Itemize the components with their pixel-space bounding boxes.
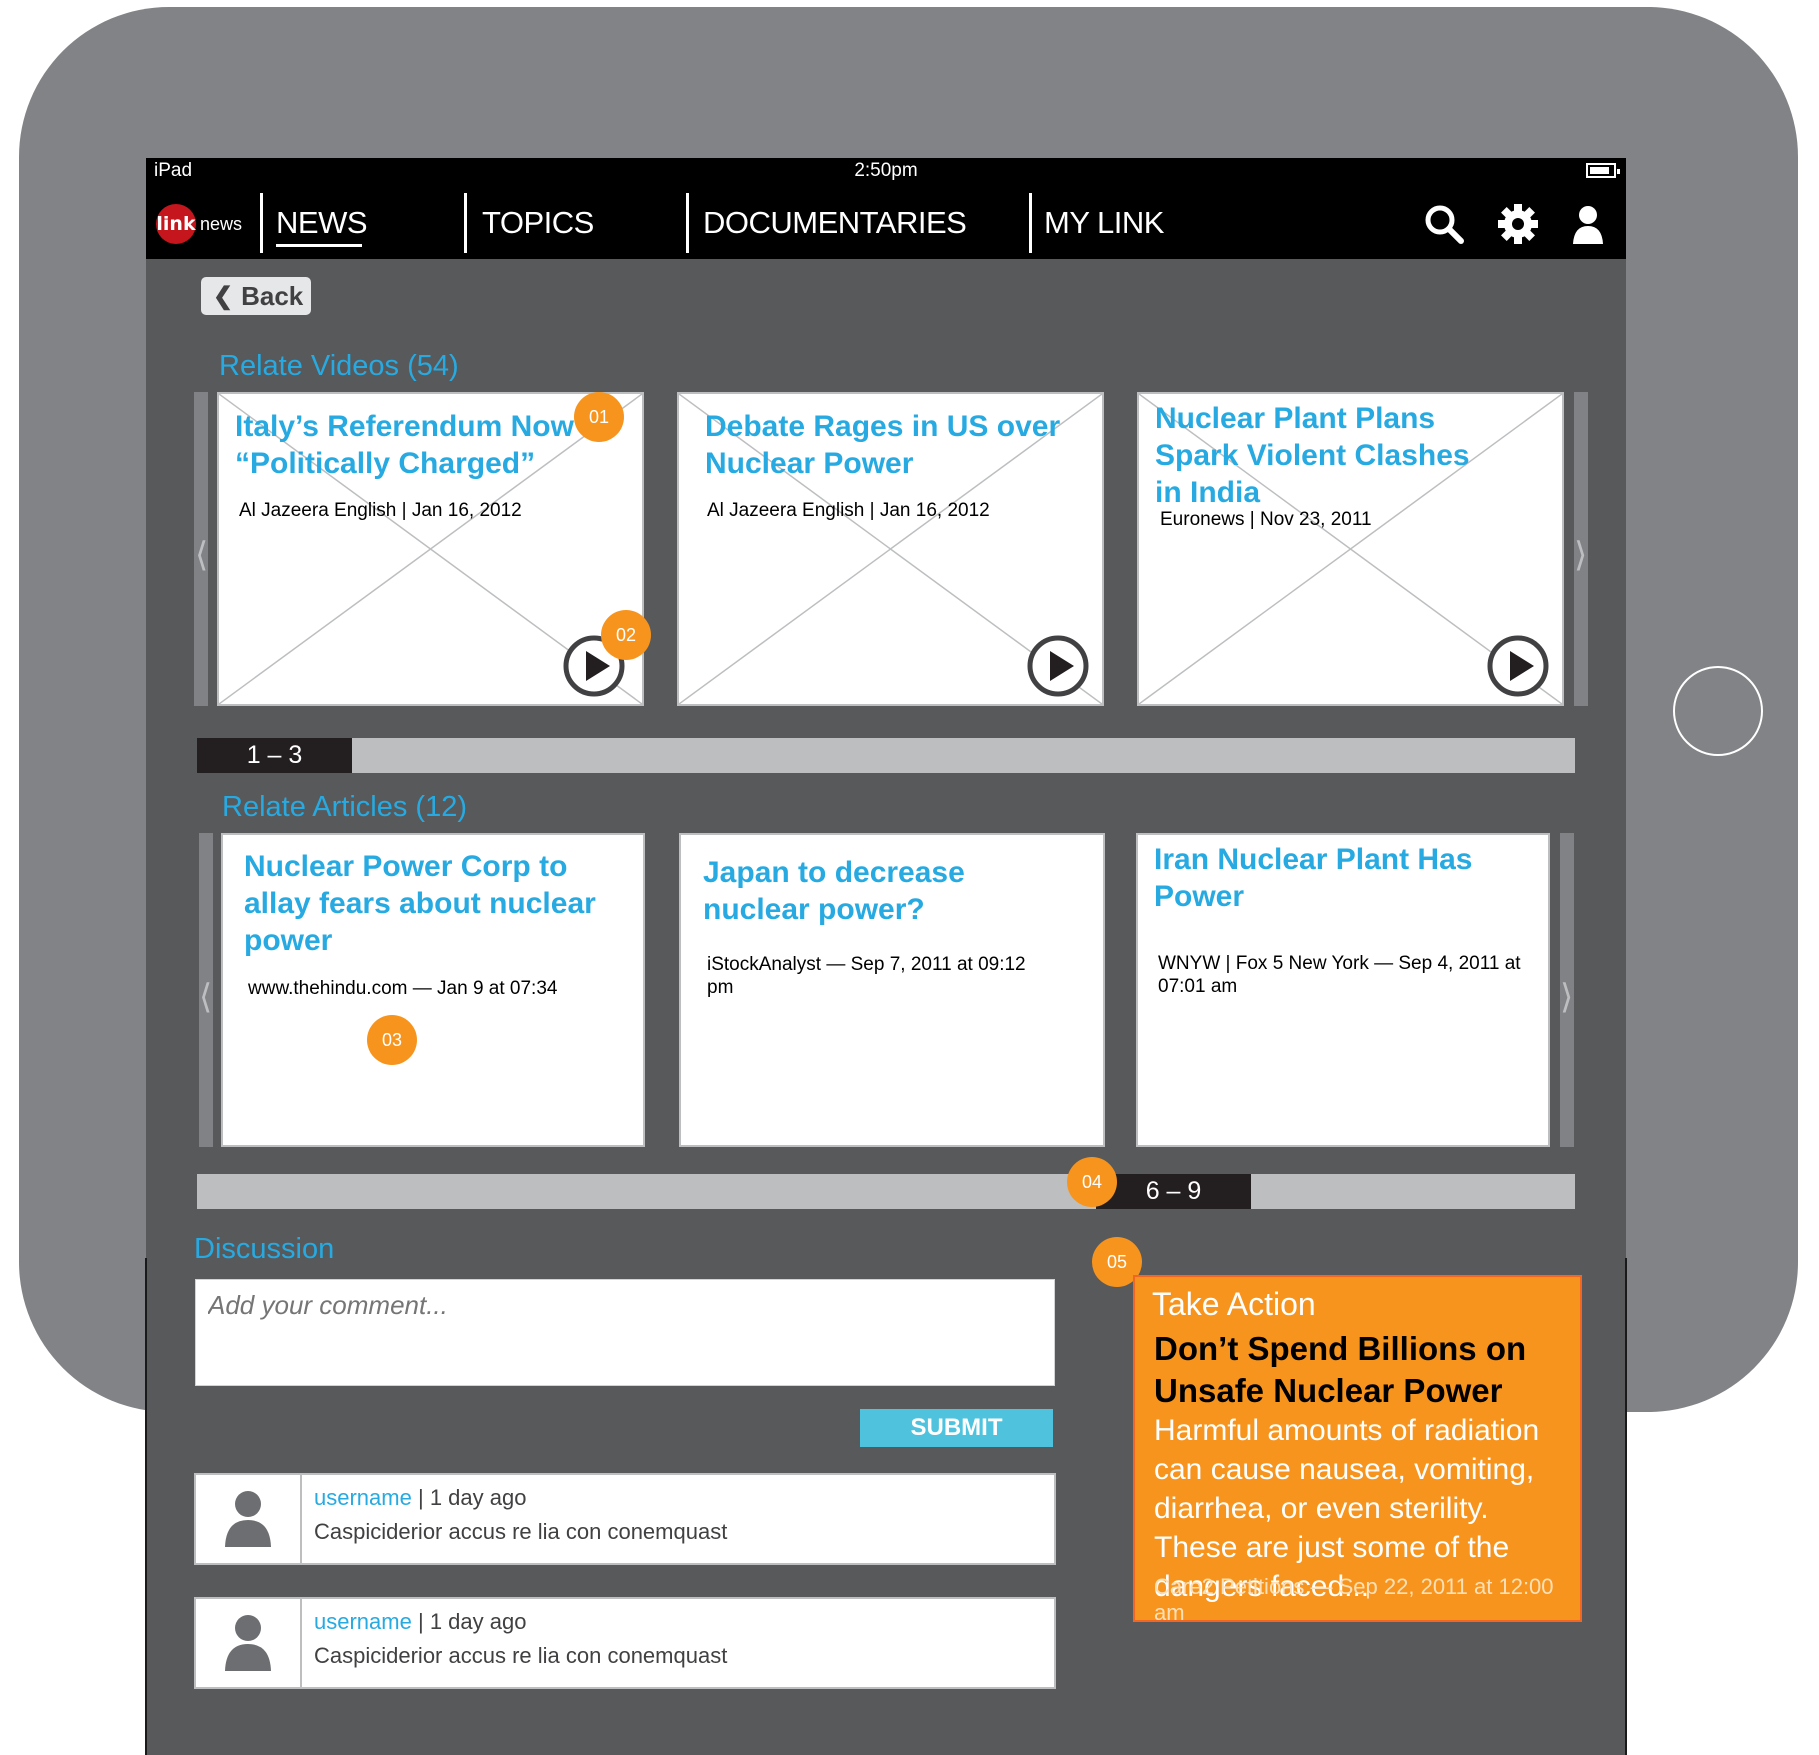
take-action-panel[interactable]: Take Action Don’t Spend Billions on Unsa… bbox=[1133, 1275, 1582, 1625]
logo-mark: link bbox=[156, 204, 196, 244]
comment-item: username | 1 day ago Caspiciderior accus… bbox=[194, 1597, 1056, 1689]
play-icon[interactable] bbox=[1486, 634, 1550, 698]
comment-separator: | bbox=[417, 1485, 424, 1510]
annotation-marker: 01 bbox=[574, 392, 624, 442]
nav-active-underline bbox=[276, 244, 362, 247]
back-button[interactable]: ❮ Back bbox=[201, 277, 311, 315]
submit-button[interactable]: SUBMIT bbox=[860, 1409, 1053, 1447]
comment-item: username | 1 day ago Caspiciderior accus… bbox=[194, 1473, 1056, 1565]
battery-icon bbox=[1586, 163, 1620, 178]
video-meta: Al Jazeera English | Jan 16, 2012 bbox=[707, 500, 990, 521]
nav-documentaries[interactable]: DOCUMENTARIES bbox=[703, 205, 967, 241]
app-logo[interactable]: link news bbox=[156, 204, 242, 244]
take-action-heading: Take Action bbox=[1152, 1286, 1316, 1322]
chevron-right-icon[interactable]: ⟩ bbox=[1560, 977, 1573, 1017]
video-title[interactable]: Debate Rages in US over Nuclear Power bbox=[705, 408, 1095, 482]
article-meta: www.thehindu.com — Jan 9 at 07:34 bbox=[248, 978, 558, 999]
videos-heading: Relate Videos (54) bbox=[219, 350, 459, 382]
annotation-marker: 02 bbox=[601, 610, 651, 660]
article-title[interactable]: Nuclear Power Corp to allay fears about … bbox=[244, 848, 634, 959]
chevron-right-icon[interactable]: ⟩ bbox=[1574, 535, 1587, 575]
comment-separator: | bbox=[417, 1609, 424, 1634]
video-card[interactable]: Debate Rages in US over Nuclear Power Al… bbox=[677, 392, 1104, 706]
nav-news[interactable]: NEWS bbox=[276, 205, 368, 241]
comment-time: 1 day ago bbox=[429, 1485, 527, 1510]
article-meta: iStockAnalyst — Sep 7, 2011 at 09:12 pm bbox=[707, 954, 1026, 998]
article-card[interactable]: Iran Nuclear Plant Has Power WNYW | Fox … bbox=[1136, 833, 1550, 1147]
avatar-icon bbox=[225, 1491, 271, 1547]
video-meta: Al Jazeera English | Jan 16, 2012 bbox=[239, 500, 522, 521]
article-title[interactable]: Japan to decrease nuclear power? bbox=[703, 854, 1043, 928]
comment-header: username | 1 day ago bbox=[314, 1485, 526, 1511]
nav-divider bbox=[1029, 193, 1032, 253]
avatar bbox=[196, 1475, 302, 1563]
top-nav: link news NEWS TOPICS DOCUMENTARIES MY L… bbox=[146, 187, 1626, 259]
discussion-heading: Discussion bbox=[194, 1233, 335, 1265]
home-button[interactable] bbox=[1673, 666, 1763, 756]
video-meta: Euronews | Nov 23, 2011 bbox=[1160, 509, 1372, 530]
chevron-left-icon: ❮ bbox=[213, 282, 234, 310]
article-card[interactable]: Japan to decrease nuclear power? iStockA… bbox=[679, 833, 1105, 1147]
logo-word: news bbox=[200, 213, 243, 234]
comment-username[interactable]: username bbox=[314, 1485, 412, 1510]
chevron-left-icon[interactable]: ⟨ bbox=[199, 977, 212, 1017]
search-icon[interactable] bbox=[1422, 202, 1466, 246]
avatar-icon bbox=[225, 1615, 271, 1671]
annotation-marker: 04 bbox=[1067, 1157, 1117, 1207]
video-card[interactable]: Nuclear Plant Plans Spark Violent Clashe… bbox=[1137, 392, 1564, 706]
pager-current-range: 6 – 9 bbox=[1096, 1174, 1251, 1209]
status-time: 2:50pm bbox=[854, 160, 918, 181]
comment-text: Caspiciderior accus re lia con conemquas… bbox=[314, 1519, 728, 1544]
nav-divider bbox=[260, 193, 263, 253]
comment-input[interactable] bbox=[196, 1280, 1054, 1331]
nav-divider bbox=[464, 193, 467, 253]
article-pager[interactable]: 6 – 9 bbox=[197, 1174, 1575, 1209]
nav-topics[interactable]: TOPICS bbox=[482, 205, 594, 241]
status-bar: iPad 2:50pm bbox=[146, 158, 1626, 187]
battery-fill bbox=[1590, 167, 1609, 174]
user-icon[interactable] bbox=[1566, 202, 1610, 246]
video-card[interactable]: Italy’s Referendum Now “Politically Char… bbox=[217, 392, 644, 706]
video-pager[interactable]: 1 – 3 bbox=[197, 738, 1575, 773]
avatar bbox=[196, 1599, 302, 1687]
pager-current-range: 1 – 3 bbox=[197, 738, 352, 773]
comment-header: username | 1 day ago bbox=[314, 1609, 526, 1635]
article-meta: WNYW | Fox 5 New York — Sep 4, 2011 at 0… bbox=[1158, 953, 1521, 997]
play-icon[interactable] bbox=[1026, 634, 1090, 698]
comment-input-box[interactable] bbox=[195, 1279, 1055, 1386]
gear-icon[interactable] bbox=[1496, 202, 1540, 246]
nav-divider bbox=[686, 193, 689, 253]
comment-text: Caspiciderior accus re lia con conemquas… bbox=[314, 1643, 728, 1668]
annotation-marker: 03 bbox=[367, 1015, 417, 1065]
comment-time: 1 day ago bbox=[429, 1609, 527, 1634]
comment-username[interactable]: username bbox=[314, 1609, 412, 1634]
back-label: Back bbox=[241, 280, 304, 311]
take-action-title[interactable]: Don’t Spend Billions on Unsafe Nuclear P… bbox=[1154, 1328, 1574, 1412]
articles-heading: Relate Articles (12) bbox=[222, 791, 467, 823]
take-action-source: Care2 Petitions — Sep 22, 2011 at 12:00 … bbox=[1154, 1574, 1554, 1625]
video-title[interactable]: Nuclear Plant Plans Spark Violent Clashe… bbox=[1155, 400, 1485, 511]
nav-my-link[interactable]: MY LINK bbox=[1044, 205, 1164, 241]
article-card[interactable]: Nuclear Power Corp to allay fears about … bbox=[221, 833, 645, 1147]
chevron-left-icon[interactable]: ⟨ bbox=[195, 535, 208, 575]
article-title[interactable]: Iran Nuclear Plant Has Power bbox=[1154, 841, 1494, 915]
